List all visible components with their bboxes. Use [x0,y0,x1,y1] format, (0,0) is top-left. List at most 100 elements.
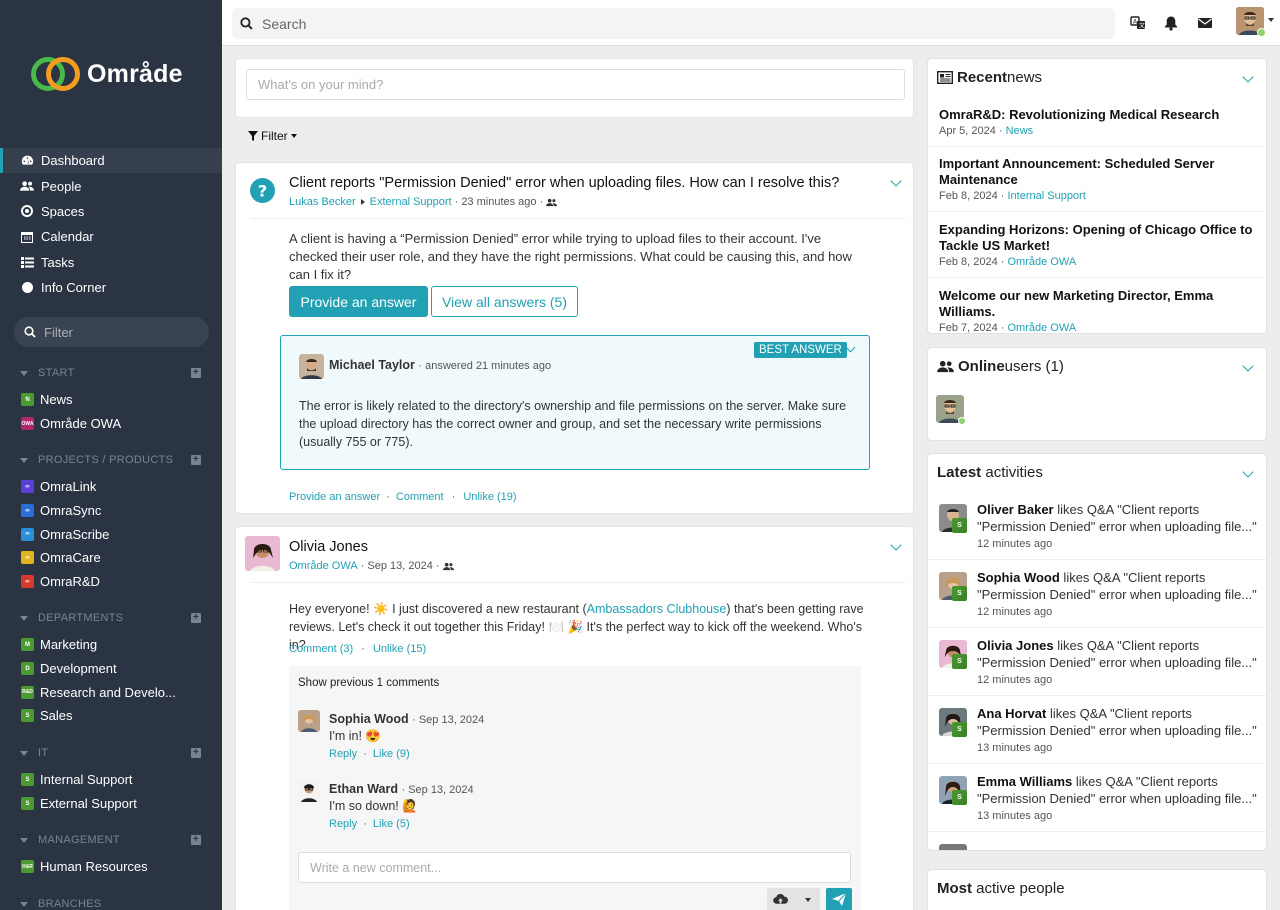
caret-down-icon[interactable] [1268,18,1274,22]
add-space-icon[interactable]: + [191,835,201,845]
space-item-omrasync[interactable]: ∞ OmraSync [0,499,222,523]
restaurant-link[interactable]: Ambassadors Clubhouse [587,602,727,616]
news-item[interactable]: OmraR&D: Revolutionizing Medical Researc… [939,107,1259,137]
activity-user[interactable]: Olivia Jones [977,638,1054,653]
activity-user[interactable]: Oliver Baker [977,502,1054,517]
post-menu-chevron-icon[interactable] [890,175,902,187]
michael-taylor-avatar[interactable] [299,354,324,379]
add-space-icon[interactable]: + [191,368,201,378]
news-title[interactable]: OmraR&D: Revolutionizing Medical Researc… [939,107,1259,123]
activity-item[interactable]: S Sophia Wood likes Q&A "Client reports … [937,570,1266,630]
show-previous-comments-link[interactable]: Show previous 1 comments [298,677,439,689]
activity-user[interactable]: Sophia Wood [977,570,1060,585]
sidebar-filter[interactable]: Filter [14,317,209,347]
section-header[interactable]: BRANCHES [0,893,222,910]
provide-answer-button[interactable]: Provide an answer [289,286,428,317]
upload-button[interactable] [767,888,820,910]
mail-icon[interactable] [1197,15,1213,31]
translate-icon[interactable]: A文 [1130,15,1146,31]
activity-user[interactable]: Emma Williams [977,774,1072,789]
answer-menu-chevron-icon[interactable] [845,342,856,353]
post-author[interactable]: Olivia Jones [289,539,368,555]
space-item-marketing[interactable]: M Marketing [0,633,222,657]
nav-item-calendar[interactable]: Calendar [0,224,222,249]
news-space-link[interactable]: News [1006,125,1034,137]
send-comment-button[interactable] [826,888,852,910]
collapse-chevron-icon[interactable] [1242,466,1254,478]
news-space-link[interactable]: Internal Support [1008,190,1086,202]
like-link[interactable]: Like (5) [373,818,410,830]
add-space-icon[interactable]: + [191,613,201,623]
news-title[interactable]: Expanding Horizons: Opening of Chicago O… [939,222,1259,254]
space-link[interactable]: External Support [370,196,452,208]
news-title[interactable]: Welcome our new Marketing Director, Emma… [939,288,1259,320]
nav-item-tasks[interactable]: Tasks [0,250,222,275]
new-comment-input[interactable]: Write a new comment... [298,852,851,883]
collapse-chevron-icon[interactable] [1242,71,1254,83]
space-item-omrade-owa[interactable]: OWA Område OWA [0,412,222,436]
space-item-development[interactable]: D Development [0,657,222,681]
olivia-jones-avatar[interactable] [245,536,280,571]
qa-title[interactable]: Client reports "Permission Denied" error… [289,175,879,191]
space-item-sales[interactable]: S Sales [0,704,222,728]
brand-logo[interactable]: Område [31,57,183,91]
space-item-news[interactable]: N News [0,388,222,412]
section-header[interactable]: DEPARTMENTS + [0,607,222,629]
activity-item[interactable]: S Ana Horvat likes Q&A "Client reports "… [937,706,1266,766]
author-link[interactable]: Lukas Becker [289,196,356,208]
section-header[interactable]: START + [0,362,222,384]
unlike-link[interactable]: Unlike (19) [463,491,516,503]
activity-user[interactable]: Ana Horvat [977,706,1046,721]
user-avatar[interactable] [939,844,967,850]
like-link[interactable]: Like (9) [373,748,410,760]
add-space-icon[interactable]: + [191,455,201,465]
nav-item-people[interactable]: People [0,173,222,198]
reply-link[interactable]: Reply [329,748,357,760]
space-item-omracare[interactable]: ∞ OmraCare [0,546,222,570]
view-all-answers-button[interactable]: View all answers (5) [431,286,578,317]
section-header[interactable]: MANAGEMENT + [0,829,222,851]
space-item-omralink[interactable]: ∞ OmraLink [0,475,222,499]
comment-author[interactable]: Ethan Ward [329,782,398,796]
space-item-research[interactable]: R&D Research and Develo... [0,680,222,704]
feed-filter-button[interactable]: Filter [248,129,297,143]
provide-answer-link[interactable]: Provide an answer [289,491,380,503]
sophia-wood-avatar[interactable] [298,710,320,732]
space-link[interactable]: Område OWA [289,560,358,572]
ethan-ward-avatar[interactable] [298,780,320,802]
nav-item-spaces[interactable]: Spaces [0,199,222,224]
news-item[interactable]: Welcome our new Marketing Director, Emma… [939,288,1259,334]
nav-item-info-corner[interactable]: Info Corner [0,275,222,300]
space-item-human-resources[interactable]: H&R Human Resources [0,855,222,879]
search-input[interactable]: Search [232,8,1115,39]
comment-author[interactable]: Sophia Wood [329,712,409,726]
news-title[interactable]: Important Announcement: Scheduled Server… [939,156,1259,188]
news-space-link[interactable]: Område OWA [1008,256,1077,268]
section-header[interactable]: IT + [0,742,222,764]
activity-item[interactable]: S Emma Williams likes Q&A "Client report… [937,774,1266,834]
collapse-chevron-icon[interactable] [1242,360,1254,372]
add-space-icon[interactable]: + [191,748,201,758]
space-item-external-support[interactable]: S External Support [0,792,222,816]
activity-item[interactable]: S Olivia Jones likes Q&A "Client reports… [937,638,1266,698]
news-item[interactable]: Important Announcement: Scheduled Server… [939,156,1259,202]
activity-item[interactable]: S Oliver Baker likes Q&A "Client reports… [937,502,1266,562]
answer-author[interactable]: Michael Taylor [329,358,415,372]
news-item[interactable]: Expanding Horizons: Opening of Chicago O… [939,222,1259,268]
space-item-omrascribe[interactable]: ∞ OmraScribe [0,522,222,546]
post-menu-chevron-icon[interactable] [890,539,902,551]
space-item-internal-support[interactable]: S Internal Support [0,768,222,792]
section-title: IT [38,747,49,759]
bell-icon[interactable] [1163,15,1179,31]
news-space-link[interactable]: Område OWA [1008,322,1077,334]
activity-item-partial[interactable] [937,842,1266,850]
composer-input[interactable]: What's on your mind? [246,69,905,100]
unlike-link[interactable]: Unlike (15) [373,643,426,655]
section-header[interactable]: PROJECTS / PRODUCTS + [0,449,222,471]
space-item-omrard[interactable]: ∞ OmraR&D [0,570,222,594]
comment-link[interactable]: Comment (3) [289,643,353,655]
comment-link[interactable]: Comment [396,491,444,503]
reply-link[interactable]: Reply [329,818,357,830]
visibility-users-icon [546,198,558,206]
nav-item-dashboard[interactable]: Dashboard [0,148,222,174]
